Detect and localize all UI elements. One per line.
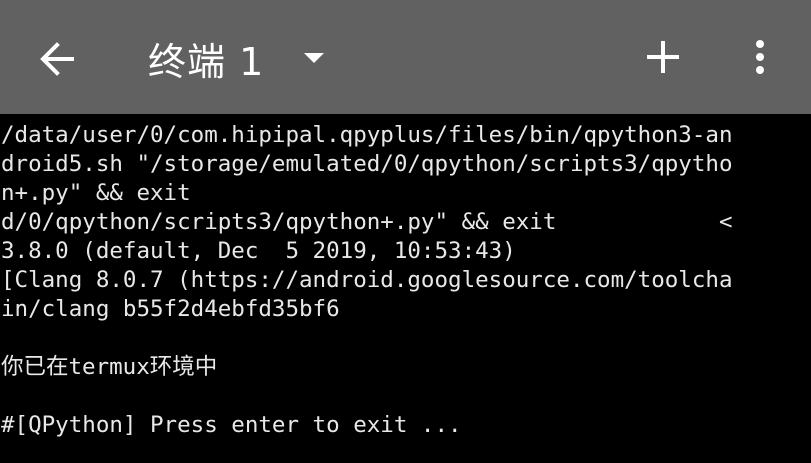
arrow-left-icon	[40, 42, 74, 76]
terminal-line: 3.8.0 (default, Dec 5 2019, 10:53:43)	[1, 238, 516, 264]
terminal-line: n+.py" && exit	[1, 180, 191, 206]
session-selector[interactable]: 终端 1	[148, 30, 325, 86]
terminal-app-screen: 终端 1 /data/user/0/com.hipipal.qpyplus/fi…	[0, 0, 811, 463]
terminal-line: /data/user/0/com.hipipal.qpyplus/files/b…	[1, 122, 733, 148]
new-session-button[interactable]	[634, 28, 692, 86]
session-title: 终端 1	[148, 39, 265, 84]
terminal-line: [Clang 8.0.7 (https://android.googlesour…	[1, 267, 733, 293]
terminal-line: in/clang b55f2d4ebfd35bf6	[1, 296, 340, 322]
terminal-line: #[QPython] Press enter to exit ...	[1, 412, 462, 438]
plus-icon	[647, 41, 679, 73]
app-bar: 终端 1	[0, 0, 811, 114]
terminal-line: 你已在termux环境中	[1, 354, 218, 380]
terminal-line: droid5.sh "/storage/emulated/0/qpython/s…	[1, 151, 733, 177]
back-button[interactable]	[30, 31, 86, 87]
terminal-output[interactable]: /data/user/0/com.hipipal.qpyplus/files/b…	[0, 114, 811, 463]
more-vertical-icon	[756, 40, 764, 74]
terminal-line: d/0/qpython/scripts3/qpython+.py" && exi…	[1, 209, 733, 235]
caret-down-icon	[304, 53, 325, 63]
overflow-menu-button[interactable]	[735, 28, 785, 86]
